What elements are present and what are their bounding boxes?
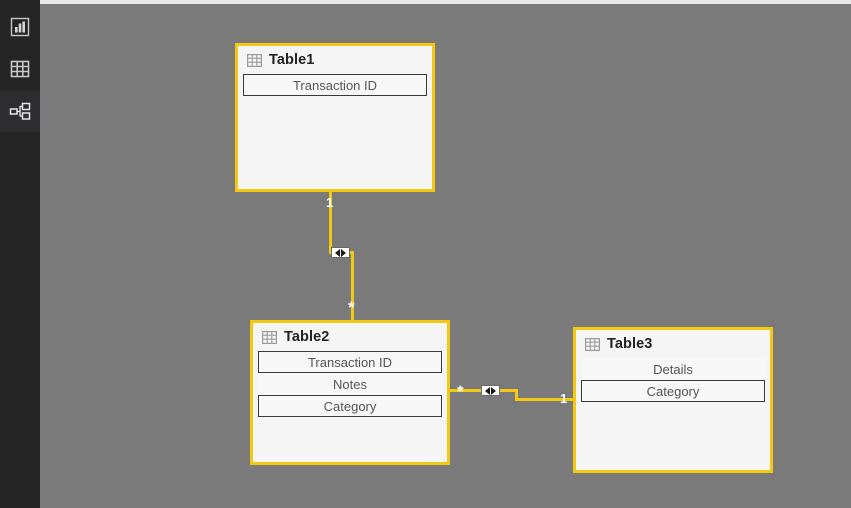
table-name: Table1 bbox=[269, 52, 315, 68]
cardinality-label-many: * bbox=[348, 298, 355, 317]
filter-arrow-left bbox=[335, 248, 340, 257]
table-field[interactable]: Notes bbox=[258, 372, 442, 395]
filter-arrow-right bbox=[491, 386, 496, 395]
table-icon bbox=[262, 330, 277, 344]
bar-chart-icon bbox=[0, 6, 40, 48]
sidebar-item-report-view[interactable] bbox=[0, 6, 40, 48]
filter-arrow-right bbox=[341, 248, 346, 257]
table-icon bbox=[247, 53, 262, 67]
cardinality-label-one: 1 bbox=[560, 391, 568, 406]
table-name: Table3 bbox=[607, 336, 653, 352]
table-field-list: Details Category bbox=[576, 357, 770, 402]
table-field[interactable]: Details bbox=[581, 357, 765, 380]
power-bi-model-view: 1 * * 1 Table1 Transaction ID Table2 Tra… bbox=[0, 0, 851, 508]
table-card-table1[interactable]: Table1 Transaction ID bbox=[235, 43, 435, 192]
table-icon bbox=[585, 337, 600, 351]
table-header[interactable]: Table3 bbox=[576, 330, 770, 358]
filter-arrow-left bbox=[485, 386, 490, 395]
sidebar-item-data-view[interactable] bbox=[0, 48, 40, 90]
cardinality-label-one: 1 bbox=[326, 195, 334, 210]
view-switcher-rail bbox=[0, 0, 40, 508]
table-field[interactable]: Category bbox=[258, 394, 442, 417]
table-field-list: Transaction ID bbox=[238, 73, 432, 96]
table-field[interactable]: Category bbox=[581, 379, 765, 402]
table-header[interactable]: Table2 bbox=[253, 323, 447, 351]
table-grid-icon bbox=[0, 48, 40, 90]
table-header[interactable]: Table1 bbox=[238, 46, 432, 74]
table-card-table3[interactable]: Table3 Details Category bbox=[573, 327, 773, 473]
cardinality-label-many: * bbox=[457, 382, 464, 401]
table-field[interactable]: Transaction ID bbox=[243, 73, 427, 96]
table-name: Table2 bbox=[284, 329, 330, 345]
bidirectional-filter-icon[interactable] bbox=[481, 385, 500, 396]
bidirectional-filter-icon[interactable] bbox=[331, 247, 350, 258]
sidebar-item-model-view[interactable] bbox=[0, 90, 40, 132]
table-field-list: Transaction ID Notes Category bbox=[253, 350, 447, 417]
top-edge-strip bbox=[0, 0, 851, 4]
table-field[interactable]: Transaction ID bbox=[258, 350, 442, 373]
table-card-table2[interactable]: Table2 Transaction ID Notes Category bbox=[250, 320, 450, 465]
model-relationship-icon bbox=[0, 90, 40, 132]
